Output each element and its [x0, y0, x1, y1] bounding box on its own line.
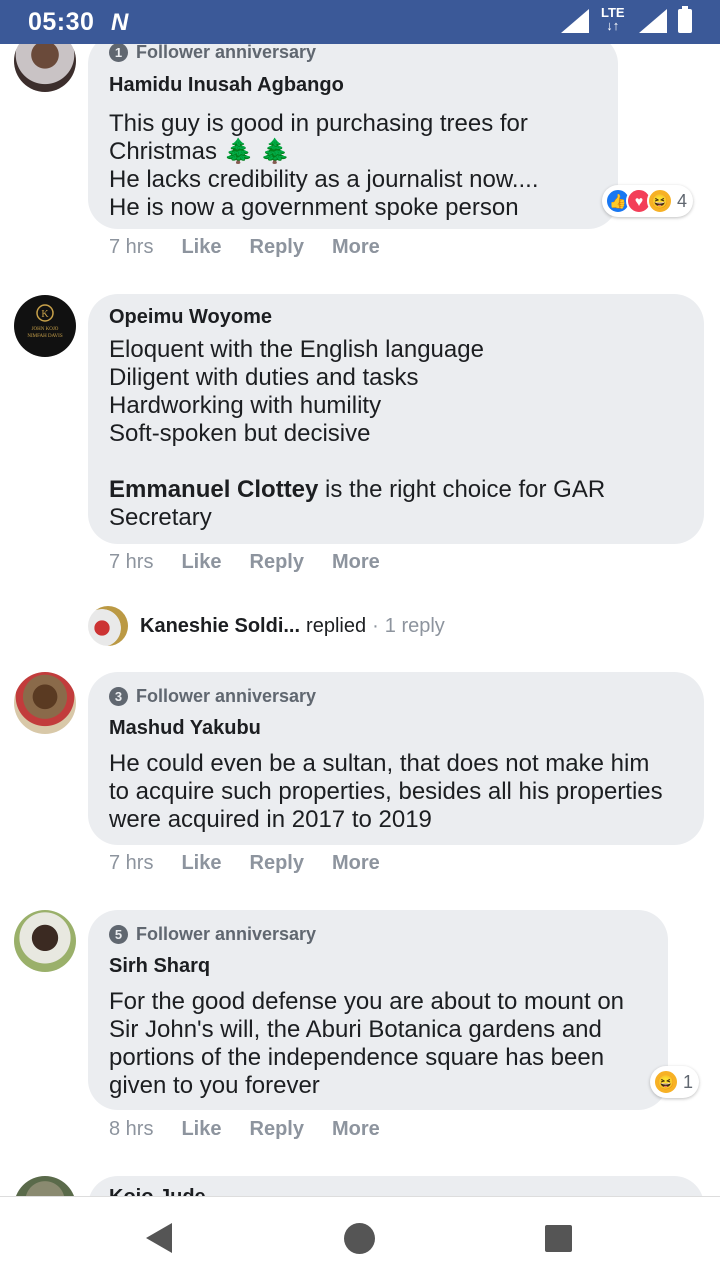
reactions-summary[interactable]: 👍 ♥ 😆 4 — [602, 185, 694, 217]
more-button[interactable]: More — [332, 551, 380, 574]
follower-anniversary-badge: 3 Follower anniversary — [109, 686, 316, 707]
navigation-bar — [0, 1196, 720, 1281]
comment-time: 7 hrs — [109, 236, 154, 258]
comment-author[interactable]: Hamidu Inusah Agbango — [109, 74, 344, 97]
svg-text:NIMFAH DAVIS: NIMFAH DAVIS — [27, 334, 62, 339]
more-button[interactable]: More — [332, 236, 380, 259]
avatar[interactable] — [14, 1176, 76, 1196]
comment-time: 7 hrs — [109, 551, 154, 573]
comment-text: For the good defense you are about to mo… — [109, 988, 625, 1099]
svg-text:JOHN KOJO: JOHN KOJO — [32, 327, 59, 332]
separator-dot: · — [372, 614, 379, 637]
reply-button[interactable]: Reply — [250, 236, 304, 259]
avatar[interactable] — [14, 44, 76, 92]
comment-author[interactable]: Mashud Yakubu — [109, 717, 261, 740]
notification-n-icon: N — [111, 9, 129, 36]
anniversary-number-icon: 1 — [109, 44, 128, 62]
comment-text: He could even be a sultan, that does not… — [109, 750, 663, 833]
comment-time: 7 hrs — [109, 852, 154, 874]
reaction-count: 4 — [677, 190, 688, 211]
replies-summary[interactable]: Kaneshie Soldi... replied · 1 reply — [88, 606, 445, 646]
reply-count[interactable]: 1 reply — [385, 615, 445, 638]
mention-link[interactable]: Emmanuel Clottey — [109, 476, 318, 503]
logo-crest-icon: K JOHN KOJO NIMFAH DAVIS — [27, 304, 63, 339]
comment-bubble: Kojo Jude — [88, 1176, 704, 1196]
anniversary-number-icon: 5 — [109, 925, 128, 944]
reply-button[interactable]: Reply — [250, 551, 304, 574]
comment-bubble: 3 Follower anniversary Mashud Yakubu He … — [88, 672, 704, 845]
reply-button[interactable]: Reply — [250, 1118, 304, 1141]
network-type-label: LTE ↓↑ — [601, 5, 625, 33]
comment-actions: 8 hrs Like Reply More — [109, 1118, 408, 1141]
status-bar: 05:30 N LTE ↓↑ — [0, 0, 720, 44]
haha-reaction-icon: 😆 — [653, 1069, 679, 1095]
avatar[interactable] — [14, 672, 76, 734]
reactions-summary[interactable]: 😆 1 — [650, 1066, 700, 1098]
comment-bubble: 1 Follower anniversary Hamidu Inusah Agb… — [88, 44, 618, 229]
like-button[interactable]: Like — [181, 236, 221, 259]
comment-author[interactable]: Kojo Jude — [109, 1186, 206, 1196]
comment-text-lines: Eloquent with the English language Dilig… — [109, 336, 484, 447]
reaction-count: 1 — [683, 1071, 694, 1092]
comment-author[interactable]: Sirh Sharq — [109, 955, 210, 978]
like-button[interactable]: Like — [181, 1118, 221, 1141]
comment-time: 8 hrs — [109, 1118, 154, 1140]
avatar[interactable] — [14, 910, 76, 972]
follower-anniversary-badge: 1 Follower anniversary — [109, 44, 316, 63]
badge-label: Follower anniversary — [136, 44, 317, 62]
more-button[interactable]: More — [332, 852, 380, 875]
more-button[interactable]: More — [332, 1118, 380, 1141]
comment-actions: 7 hrs Like Reply More — [109, 236, 408, 259]
like-button[interactable]: Like — [181, 551, 221, 574]
recents-icon[interactable] — [545, 1225, 572, 1252]
reply-verb: replied — [306, 614, 367, 637]
comment-text: This guy is good in purchasing trees for… — [109, 110, 539, 221]
comment-actions: 7 hrs Like Reply More — [109, 852, 408, 875]
comment-bubble: 5 Follower anniversary Sirh Sharq For th… — [88, 910, 668, 1110]
badge-label: Follower anniversary — [136, 924, 317, 944]
svg-text:K: K — [41, 309, 49, 320]
comments-list: 1 Follower anniversary Hamidu Inusah Agb… — [0, 44, 720, 1196]
comment-actions: 7 hrs Like Reply More — [109, 551, 408, 574]
anniversary-number-icon: 3 — [109, 687, 128, 706]
badge-label: Follower anniversary — [136, 686, 317, 706]
wifi-signal-icon — [561, 9, 589, 33]
reply-button[interactable]: Reply — [250, 852, 304, 875]
comment-author[interactable]: Opeimu Woyome — [109, 306, 272, 329]
comment-text: Eloquent with the English language Dilig… — [109, 336, 689, 532]
comment-bubble: Opeimu Woyome Eloquent with the English … — [88, 294, 704, 544]
back-icon[interactable] — [146, 1223, 172, 1253]
like-button[interactable]: Like — [181, 852, 221, 875]
home-icon[interactable] — [344, 1223, 375, 1254]
cell-signal-icon — [639, 9, 667, 33]
follower-anniversary-badge: 5 Follower anniversary — [109, 924, 316, 945]
reply-avatar — [88, 606, 128, 646]
avatar[interactable]: K JOHN KOJO NIMFAH DAVIS — [14, 295, 76, 357]
reply-author[interactable]: Kaneshie Soldi... — [140, 615, 300, 638]
status-time: 05:30 — [28, 8, 95, 36]
battery-icon — [678, 6, 692, 33]
haha-reaction-icon: 😆 — [647, 188, 673, 214]
